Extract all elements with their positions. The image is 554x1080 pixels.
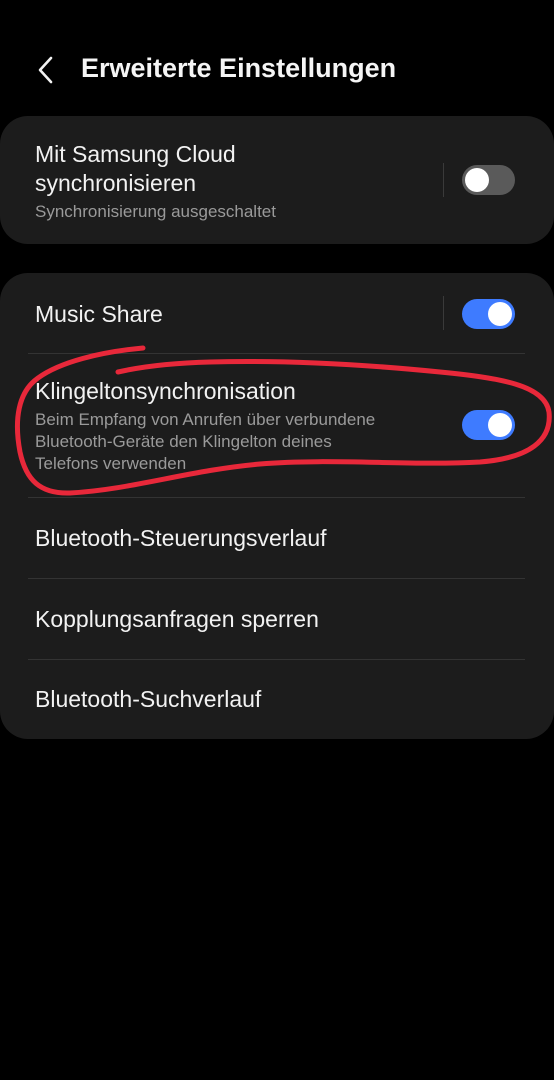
samsung-cloud-title-line2: synchronisieren [35,170,197,196]
samsung-cloud-toggle[interactable] [462,165,515,195]
page-title: Erweiterte Einstellungen [81,53,397,83]
toggle-separator [443,163,444,197]
bluetooth-control-history-title: Bluetooth-Steuerungsverlauf [35,525,327,551]
toggle-knob [488,413,512,437]
header: Erweiterte Einstellungen [0,40,554,104]
toggle-knob [488,302,512,326]
toggle-separator [443,296,444,330]
ringtone-sync-row[interactable]: Klingeltonsynchronisation Beim Empfang v… [0,354,554,497]
ringtone-sync-toggle[interactable] [462,410,515,440]
music-share-row[interactable]: Music Share [0,273,554,353]
bluetooth-search-history-title: Bluetooth-Suchverlauf [35,686,262,712]
ringtone-sync-subtitle-line3: Telefons verwenden [35,454,187,473]
bluetooth-control-history-row[interactable]: Bluetooth-Steuerungsverlauf [0,498,554,578]
samsung-cloud-card: Mit Samsung Cloud synchronisieren Synchr… [0,116,554,244]
music-share-toggle[interactable] [462,299,515,329]
samsung-cloud-title-line1: Mit Samsung Cloud [35,141,236,167]
back-button[interactable] [28,52,64,88]
samsung-cloud-sync-row[interactable]: Mit Samsung Cloud synchronisieren Synchr… [0,116,554,244]
bluetooth-search-history-row[interactable]: Bluetooth-Suchverlauf [0,660,554,739]
toggle-knob [465,168,489,192]
block-pairing-requests-row[interactable]: Kopplungsanfragen sperren [0,579,554,659]
ringtone-sync-title: Klingeltonsynchronisation [35,378,296,404]
chevron-left-icon [38,56,53,84]
samsung-cloud-subtitle: Synchronisierung ausgeschaltet [35,202,276,221]
bluetooth-settings-card: Music Share Klingeltonsynchronisation Be… [0,273,554,739]
block-pairing-requests-title: Kopplungsanfragen sperren [35,606,319,632]
music-share-title: Music Share [35,301,163,327]
ringtone-sync-subtitle-line2: Bluetooth-Geräte den Klingelton deines [35,432,332,451]
ringtone-sync-subtitle-line1: Beim Empfang von Anrufen über verbundene [35,410,376,429]
